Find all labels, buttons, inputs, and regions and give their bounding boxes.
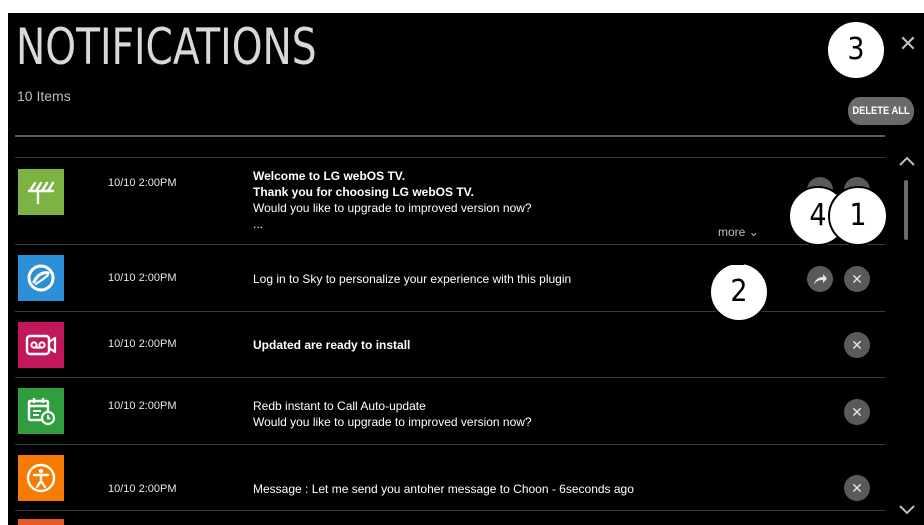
callout-2-tail — [732, 251, 744, 265]
calendar-icon — [18, 388, 64, 434]
delete-notification-button[interactable]: ✕ — [844, 399, 870, 425]
chevron-down-icon: ⌄ — [748, 225, 759, 239]
notification-row: 10/10 2:00PM Redb instant to Call Auto-u… — [15, 377, 885, 444]
message-line: Redb instant to Call Auto-update — [253, 399, 426, 413]
antenna-icon — [18, 169, 64, 215]
notification-message: Log in to Sky to personalize your experi… — [253, 271, 571, 287]
notification-time: 10/10 2:00PM — [108, 177, 177, 189]
close-icon[interactable]: ✕ — [897, 33, 919, 55]
share-arrow-icon — [814, 274, 827, 285]
header-divider — [15, 135, 885, 137]
notification-time: 10/10 2:00PM — [108, 338, 177, 350]
message-line: Log in to Sky to personalize your experi… — [253, 272, 572, 286]
notification-message: Redb instant to Call Auto-update Would y… — [253, 398, 532, 430]
message-line: Would you like to upgrade to improved ve… — [253, 201, 532, 215]
notification-message: Updated are ready to install — [253, 337, 410, 353]
delete-notification-button[interactable]: ✕ — [844, 475, 870, 501]
sky-icon — [18, 255, 64, 301]
message-line: ... — [253, 217, 264, 231]
callout-1: 1 — [828, 186, 888, 246]
delete-notification-button[interactable]: ✕ — [844, 266, 870, 292]
notification-time: 10/10 2:00PM — [108, 272, 177, 284]
notification-row: 10/10 2:00PM Updated are ready to instal… — [15, 311, 885, 377]
notification-row: 10/10 2:00PM Message : Let me send you a… — [15, 444, 885, 510]
notification-time: 10/10 2:00PM — [108, 483, 177, 495]
callout-3-tail — [850, 78, 862, 92]
notification-time: 10/10 2:00PM — [108, 400, 177, 412]
scrollbar-thumb[interactable] — [904, 180, 908, 240]
notification-row — [15, 510, 885, 525]
callout-1-tail — [852, 244, 864, 258]
notification-row: 10/10 2:00PM Welcome to LG webOS TV. Tha… — [15, 157, 885, 244]
callout-4-tail — [812, 244, 824, 258]
notification-message: Message : Let me send you antoher messag… — [253, 481, 634, 497]
accessibility-icon — [18, 455, 64, 501]
more-label: more — [718, 225, 746, 239]
notifications-panel: NOTIFICATIONS 10 Items ✕ DELETE ALL 10/1… — [8, 13, 924, 525]
delete-all-button[interactable]: DELETE ALL — [847, 97, 915, 125]
scroll-up-icon[interactable] — [898, 155, 916, 167]
more-link[interactable]: more ⌄ — [718, 225, 759, 239]
voicemail-icon — [18, 322, 64, 368]
message-line: Would you like to upgrade to improved ve… — [253, 415, 532, 429]
share-button[interactable] — [807, 266, 833, 292]
scroll-down-icon[interactable] — [898, 503, 916, 515]
message-line: Updated are ready to install — [253, 338, 411, 352]
message-line: Welcome to LG webOS TV. — [253, 169, 406, 183]
notification-message: Welcome to LG webOS TV. Thank you for ch… — [253, 168, 532, 232]
message-line: Thank you for choosing LG webOS TV. — [253, 185, 474, 199]
app-icon-partial — [18, 519, 64, 525]
item-count: 10 Items — [17, 88, 71, 104]
page-title: NOTIFICATIONS — [16, 18, 317, 76]
message-line: Message : Let me send you antoher messag… — [253, 482, 634, 496]
callout-3: 3 — [826, 20, 886, 80]
delete-notification-button[interactable]: ✕ — [844, 332, 870, 358]
callout-2: 2 — [709, 262, 769, 322]
